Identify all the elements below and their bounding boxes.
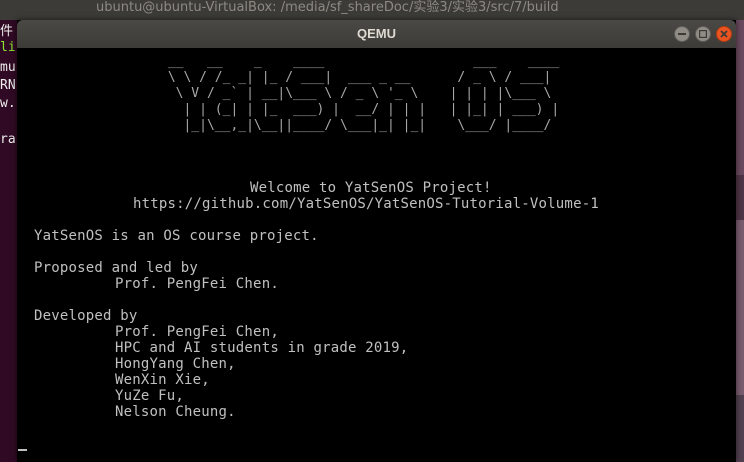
- vm-display[interactable]: __ __ _ ____ ___ ____ \ \ / /_ _| |_ / _…: [17, 48, 736, 462]
- minimize-button[interactable]: [674, 26, 690, 42]
- developer-item: HongYang Chen,: [115, 356, 236, 372]
- developer-item: Nelson Cheung.: [115, 404, 236, 420]
- qemu-window[interactable]: QEMU __ __ _ ____ ___ ____ \ \ / /_ _| |…: [17, 20, 736, 462]
- developer-item: YuZe Fu,: [115, 388, 185, 404]
- developer-item: HPC and AI students in grade 2019,: [115, 340, 409, 356]
- background-terminal-titlebar: ubuntu@ubuntu-VirtualBox: /media/sf_shar…: [0, 0, 744, 20]
- developer-item: WenXin Xie,: [115, 372, 210, 388]
- logo-line: __ __ _ ____ ___ ____: [160, 54, 575, 69]
- background-terminal-line: RN: [0, 78, 16, 93]
- text-cursor: [18, 449, 27, 451]
- background-strip-segment: [736, 175, 744, 220]
- description-text: YatSenOS is an OS course project.: [34, 228, 319, 244]
- logo-line: \ \ / /_ _| |_ / ___| ___ _ __ / _ \ / _…: [160, 70, 560, 85]
- window-titlebar[interactable]: QEMU: [17, 20, 736, 48]
- background-strip-segment: [736, 220, 744, 395]
- developer-item: Prof. PengFei Chen,: [115, 324, 279, 340]
- maximize-button[interactable]: [695, 26, 711, 42]
- maximize-icon: [699, 30, 707, 38]
- background-terminal-line: 件: [0, 24, 14, 39]
- developed-heading: Developed by: [34, 308, 138, 324]
- proposed-heading: Proposed and led by: [34, 260, 198, 276]
- logo-line: | | (_| | |_ ___) | __/ | | | | |_| | __…: [160, 102, 560, 117]
- background-terminal-line: li: [0, 40, 16, 55]
- close-button[interactable]: [716, 26, 732, 42]
- proposed-by: Prof. PengFei Chen.: [115, 276, 279, 292]
- background-terminal-line: w.: [0, 96, 16, 111]
- background-desktop-strip: [736, 20, 744, 462]
- logo-line: \ V / _` | __|\___ \ / _ \ '_ \ | | | |\…: [160, 86, 560, 101]
- background-terminal-line: ra: [0, 132, 16, 147]
- ascii-logo: __ __ _ ____ ___ ____ \ \ / /_ _| |_ / _…: [160, 54, 575, 134]
- background-terminal-title: ubuntu@ubuntu-VirtualBox: /media/sf_shar…: [96, 0, 559, 15]
- background-terminal-line: mu: [0, 60, 16, 75]
- window-title: QEMU: [357, 26, 396, 41]
- minimize-icon: [678, 33, 686, 35]
- background-terminal: 件 li mu RN w. ra: [0, 20, 18, 462]
- welcome-text: Welcome to YatSenOS Project!: [250, 180, 492, 196]
- close-icon: [720, 30, 728, 38]
- project-url: https://github.com/YatSenOS/YatSenOS-Tut…: [133, 196, 599, 212]
- logo-line: |_|\__,_|\__||____/ \___|_| |_| \___/ |_…: [160, 118, 560, 133]
- background-strip-segment: [736, 395, 744, 462]
